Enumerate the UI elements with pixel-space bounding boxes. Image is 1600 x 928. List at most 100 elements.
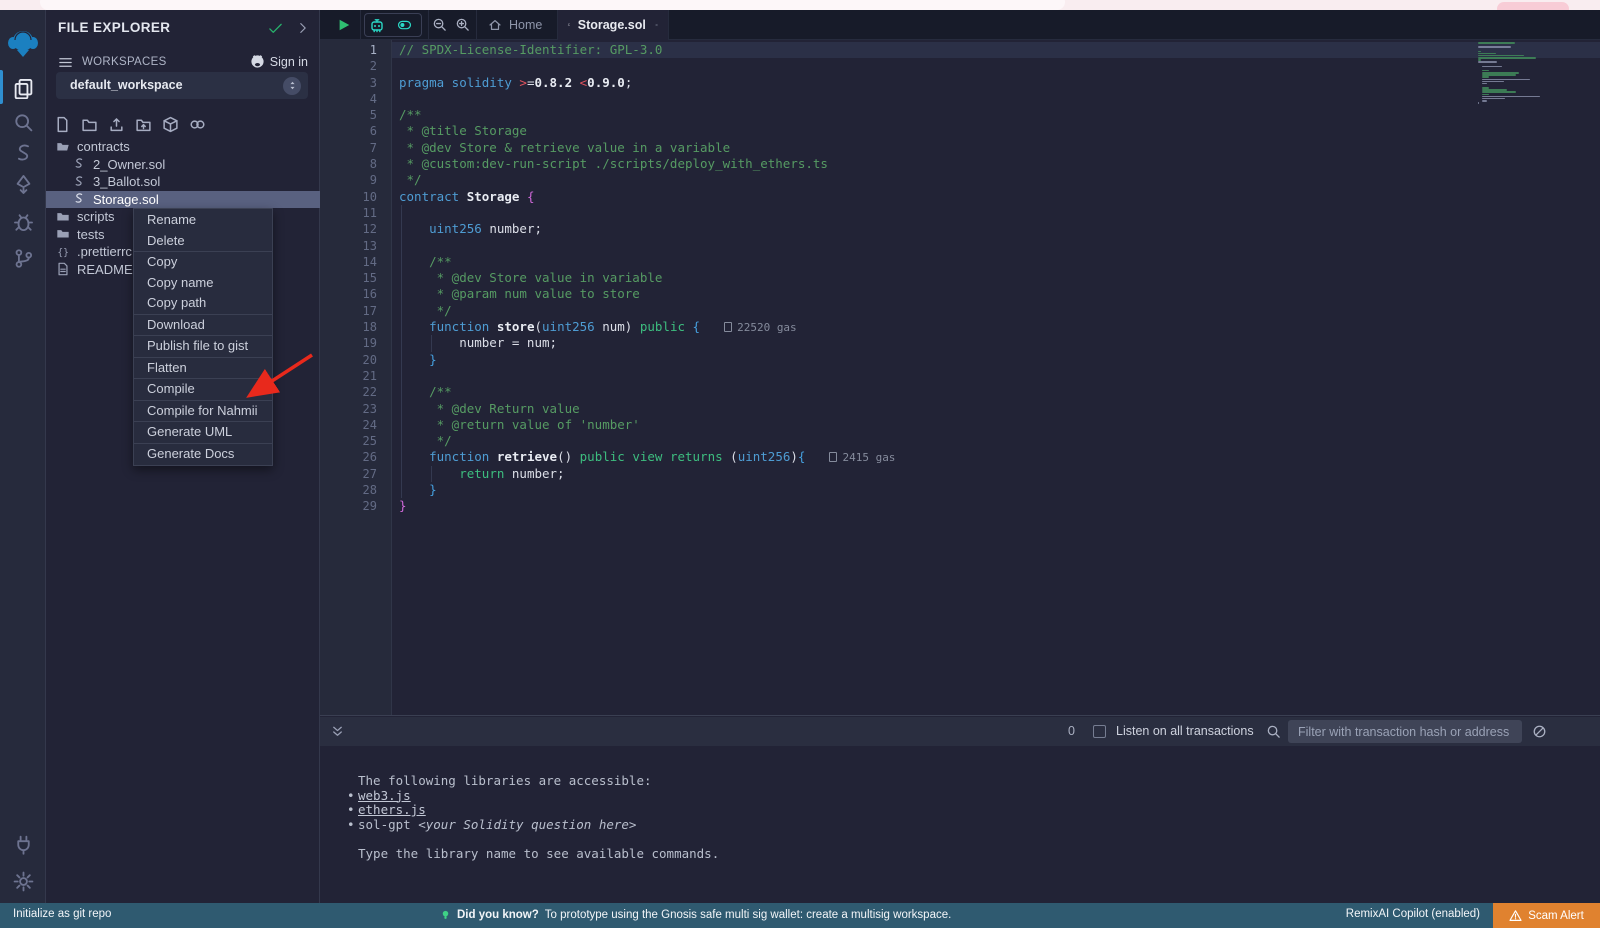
- tab-storage-sol[interactable]: Storage.sol: [557, 10, 668, 40]
- terminal-header: 0 Listen on all transactions: [320, 717, 1600, 746]
- context-menu-item-compile-for-nahmii[interactable]: Compile for Nahmii: [134, 401, 272, 422]
- code-line-5: /**: [399, 107, 895, 123]
- run-script-button[interactable]: [337, 18, 351, 32]
- code-line-2: [399, 58, 895, 74]
- tree-item-label: Storage.sol: [93, 192, 159, 207]
- code-line-27: return number;: [399, 466, 895, 482]
- context-menu-item-copy[interactable]: Copy: [134, 252, 272, 273]
- copilot-toggle[interactable]: [393, 18, 416, 32]
- code-line-18: function store(uint256 num) public {2252…: [399, 319, 895, 335]
- close-icon[interactable]: [655, 19, 658, 31]
- tree-item-2-owner-sol[interactable]: 2_Owner.sol: [46, 156, 320, 174]
- remix-ide-window: FILE EXPLORER WORKSPACES Sign in default…: [0, 0, 1600, 928]
- tree-item-3-ballot-sol[interactable]: 3_Ballot.sol: [46, 173, 320, 191]
- code-line-3: pragma solidity >=0.8.2 <0.9.0;: [399, 75, 895, 91]
- sign-in-label: Sign in: [270, 55, 308, 69]
- file-explorer-icon[interactable]: [0, 72, 46, 104]
- listen-label: Listen on all transactions: [1116, 724, 1254, 738]
- code-line-11: [399, 205, 895, 221]
- code-line-9: */: [399, 172, 895, 188]
- terminal-output: The following libraries are accessible: •…: [320, 746, 1600, 904]
- link-icon[interactable]: [189, 116, 206, 133]
- terminal-search-icon[interactable]: [1266, 724, 1281, 739]
- workspace-select-caret[interactable]: [283, 77, 301, 95]
- zoom-in-icon[interactable]: [455, 17, 470, 32]
- code-line-14: /**: [399, 254, 895, 270]
- braces-icon: {}: [56, 245, 70, 259]
- code-line-16: * @param num value to store: [399, 286, 895, 302]
- activity-bar: [0, 10, 46, 903]
- context-menu-item-publish-file-to-gist[interactable]: Publish file to gist: [134, 336, 272, 357]
- deploy-run-icon[interactable]: [0, 168, 46, 200]
- terminal-line: The following libraries are accessible:: [320, 774, 719, 789]
- search-icon[interactable]: [0, 106, 46, 138]
- tip-title: Did you know?: [457, 909, 539, 921]
- context-menu-item-download[interactable]: Download: [134, 315, 272, 336]
- chevron-right-icon[interactable]: [296, 21, 310, 35]
- debugger-icon[interactable]: [0, 206, 46, 238]
- context-menu-item-copy-name[interactable]: Copy name: [134, 273, 272, 294]
- new-folder-icon[interactable]: [81, 116, 98, 133]
- scam-alert-button[interactable]: Scam Alert: [1493, 903, 1600, 928]
- browser-tab-shape: [40, 0, 1065, 10]
- code-line-20: }: [399, 352, 895, 368]
- terminal-link-web3.js[interactable]: web3.js: [358, 788, 411, 803]
- workspace-select[interactable]: default_workspace: [56, 72, 308, 99]
- editor-topbar: HomeStorage.sol: [320, 10, 1600, 40]
- tree-item-contracts[interactable]: contracts: [46, 138, 320, 156]
- workspaces-menu-icon[interactable]: [58, 55, 73, 70]
- new-file-icon[interactable]: [54, 116, 71, 133]
- context-menu-item-generate-docs[interactable]: Generate Docs: [134, 444, 272, 465]
- context-menu-item-flatten[interactable]: Flatten: [134, 358, 272, 379]
- upload-folder-icon[interactable]: [135, 116, 152, 133]
- solidity-compiler-icon[interactable]: [0, 137, 46, 169]
- browser-chrome-strip: [0, 0, 1600, 10]
- zoom-out-icon[interactable]: [432, 17, 447, 32]
- context-menu-item-copy-path[interactable]: Copy path: [134, 293, 272, 314]
- context-menu-item-compile[interactable]: Compile: [134, 379, 272, 400]
- clear-console-icon[interactable]: [1532, 724, 1547, 739]
- terminal-link-ethers.js[interactable]: ethers.js: [358, 802, 426, 817]
- code-line-7: * @dev Store & retrieve value in a varia…: [399, 140, 895, 156]
- listen-checkbox[interactable]: [1093, 725, 1106, 738]
- did-you-know-tip: Did you know? To prototype using the Gno…: [440, 908, 951, 922]
- tree-item-storage-sol[interactable]: Storage.sol: [46, 191, 320, 209]
- cube-icon[interactable]: [162, 116, 179, 133]
- ai-robot-icon[interactable]: [369, 17, 385, 33]
- context-menu-item-rename[interactable]: Rename: [134, 210, 272, 231]
- folder-icon: [56, 227, 70, 241]
- code-line-13: [399, 238, 895, 254]
- code-line-23: * @dev Return value: [399, 401, 895, 417]
- solidity-file-icon: [72, 175, 86, 189]
- terminal: 0 Listen on all transactions The followi…: [320, 715, 1600, 903]
- git-icon[interactable]: [0, 242, 46, 274]
- plugin-manager-icon[interactable]: [0, 828, 46, 860]
- warning-icon: [1509, 909, 1522, 922]
- upload-file-icon[interactable]: [108, 116, 125, 133]
- transaction-filter-input[interactable]: [1288, 720, 1522, 743]
- context-menu-item-generate-uml[interactable]: Generate UML: [134, 422, 272, 443]
- code-line-10: contract Storage {: [399, 189, 895, 205]
- code-line-19: number = num;: [399, 335, 895, 351]
- code-line-6: * @title Storage: [399, 123, 895, 139]
- tab-home[interactable]: Home: [478, 10, 552, 40]
- code-line-21: [399, 368, 895, 384]
- code-line-26: function retrieve() public view returns …: [399, 449, 895, 465]
- sign-in-button[interactable]: Sign in: [250, 54, 308, 69]
- code-line-25: */: [399, 433, 895, 449]
- context-menu-item-delete[interactable]: Delete: [134, 231, 272, 252]
- file-text-icon: [56, 262, 70, 276]
- settings-icon[interactable]: [0, 865, 46, 897]
- tree-item-label: contracts: [77, 139, 130, 154]
- updown-icon: [287, 80, 298, 91]
- copilot-status[interactable]: RemixAI Copilot (enabled): [1346, 908, 1480, 920]
- collapse-terminal-icon[interactable]: [330, 724, 345, 739]
- status-bar: Initialize as git repo Did you know? To …: [0, 903, 1600, 928]
- init-git-repo-button[interactable]: Initialize as git repo: [13, 908, 111, 920]
- minimap[interactable]: [1475, 40, 1543, 120]
- tip-text: To prototype using the Gnosis safe multi…: [545, 909, 952, 921]
- terminal-line: •sol-gpt <your Solidity question here>: [320, 818, 719, 833]
- tree-item-label: scripts: [77, 209, 115, 224]
- code-editor[interactable]: 1234567891011121314151617181920212223242…: [320, 40, 1600, 715]
- code-line-22: /**: [399, 384, 895, 400]
